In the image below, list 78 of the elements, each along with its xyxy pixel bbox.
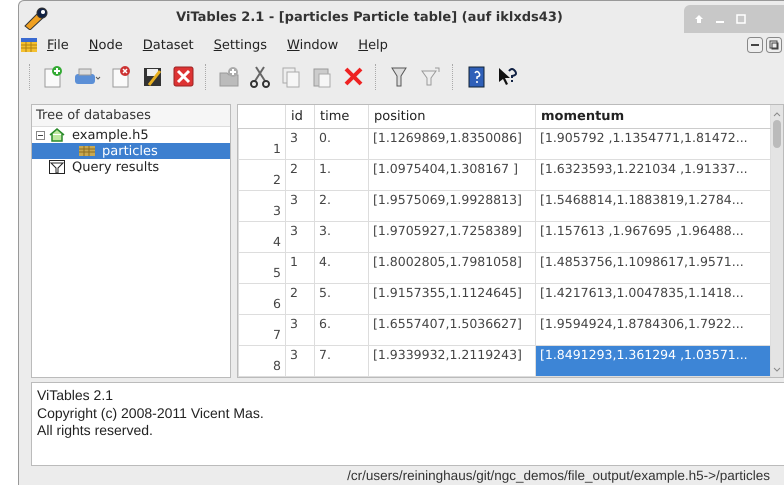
table-cell[interactable]: [1.4853756,1.1098617,1.9571... xyxy=(536,252,770,284)
table-cell[interactable]: 3 xyxy=(286,190,314,222)
table-cell[interactable]: 2 xyxy=(286,160,314,190)
menu-item[interactable]: File xyxy=(37,38,79,52)
menu-item[interactable]: Window xyxy=(277,38,348,52)
row-number: 3 xyxy=(238,190,286,222)
cut-icon[interactable] xyxy=(249,65,271,89)
menu-item[interactable]: Help xyxy=(348,38,398,52)
down-caret-icon[interactable] xyxy=(773,367,781,373)
row-number: 6 xyxy=(238,284,286,314)
table-cell[interactable]: [1.9705927,1.7258389] xyxy=(368,222,536,252)
table-cell[interactable]: [1.157613 ,1.967695 ,1.96488... xyxy=(536,222,770,252)
menu-item[interactable]: Dataset xyxy=(132,38,204,52)
table-cell[interactable]: 2 xyxy=(286,284,314,314)
house-icon xyxy=(49,128,65,142)
tree-item[interactable]: example.h5 xyxy=(69,128,152,142)
row-number: 1 xyxy=(238,128,286,160)
table-cell[interactable]: [1.905792 ,1.1354771,1.81472... xyxy=(536,128,770,160)
table-cell[interactable]: [1.9339932,1.2119243] xyxy=(368,346,536,376)
scrollbar[interactable] xyxy=(771,105,783,377)
table-cell[interactable]: [1.6557407,1.5036627] xyxy=(368,314,536,346)
window-title: ViTables 2.1 - [particles Particle table] (auf iklxds43) xyxy=(175,10,564,25)
maximize-icon[interactable] xyxy=(736,14,746,24)
table-cell[interactable]: 0. xyxy=(314,128,368,160)
up-arrow-icon[interactable] xyxy=(694,14,704,24)
table-cell[interactable]: [1.8002805,1.7981058] xyxy=(368,252,536,284)
log-line: All rights reserved. xyxy=(37,422,154,440)
copy-icon[interactable] xyxy=(280,65,302,89)
status-path: /cr/users/reininghaus/git/ngc_demos/file_output/example.h5->/particles xyxy=(347,468,770,483)
scroll-thumb[interactable] xyxy=(773,120,781,148)
table-cell[interactable]: 4. xyxy=(314,252,368,284)
restore-icon[interactable] xyxy=(766,37,782,53)
funnel-icon xyxy=(49,160,65,174)
menu-item[interactable]: Node xyxy=(78,38,133,52)
column-header[interactable]: position xyxy=(368,105,536,128)
table-cell[interactable]: 6. xyxy=(314,314,368,346)
table-cell[interactable]: 3 xyxy=(286,314,314,346)
table-cell[interactable]: 3 xyxy=(286,128,314,160)
telescope-icon xyxy=(23,6,49,30)
table-cell[interactable]: [1.4217613,1.0047835,1.1418... xyxy=(536,284,770,314)
log-line: Copyright (c) 2008-2011 Vicent Mas. xyxy=(37,404,265,422)
collapse-icon[interactable] xyxy=(36,130,45,140)
table-cell[interactable]: 7. xyxy=(314,346,368,376)
row-number: 7 xyxy=(238,314,286,346)
table-cell[interactable]: 3. xyxy=(314,222,368,252)
table-cell[interactable]: [1.6323593,1.221034 ,1.91337... xyxy=(536,160,770,190)
table-cell[interactable]: 2. xyxy=(314,190,368,222)
calendar-icon xyxy=(21,38,37,52)
column-header[interactable]: time xyxy=(314,105,368,128)
table-cell[interactable]: [1.8491293,1.361294 ,1.03571... xyxy=(536,346,770,376)
row-number: 4 xyxy=(238,222,286,252)
table-icon xyxy=(79,146,95,156)
close-icon[interactable] xyxy=(172,65,194,89)
row-number: 2 xyxy=(238,160,286,190)
table-cell[interactable]: 5. xyxy=(314,284,368,314)
row-number: 8 xyxy=(238,346,286,376)
table-cell[interactable]: 3 xyxy=(286,346,314,376)
tree-item[interactable]: Query results xyxy=(69,160,162,174)
table-cell[interactable]: 3 xyxy=(286,222,314,252)
table-cell[interactable]: [1.1269869,1.8350086] xyxy=(368,128,536,160)
column-header[interactable]: id xyxy=(286,105,314,128)
menu-item[interactable]: Settings xyxy=(204,38,277,52)
save-as-icon[interactable] xyxy=(141,65,163,89)
table-cell[interactable]: [1.9157355,1.1124645] xyxy=(368,284,536,314)
close-file-icon[interactable] xyxy=(110,65,132,89)
table-cell[interactable]: [1.5468814,1.1883819,1.2784... xyxy=(536,190,770,222)
column-header[interactable]: momentum xyxy=(536,105,770,128)
table-cell[interactable]: [1.9575069,1.9928813] xyxy=(368,190,536,222)
table-cell[interactable]: 1 xyxy=(286,252,314,284)
up-caret-icon[interactable] xyxy=(773,111,781,117)
new-file-icon[interactable] xyxy=(42,65,64,89)
log-line: ViTables 2.1 xyxy=(37,387,114,404)
tree-header: Tree of databases xyxy=(32,105,230,127)
minimize-icon[interactable] xyxy=(747,37,763,53)
row-number: 5 xyxy=(238,252,286,284)
table-cell[interactable]: [1.0975404,1.308167 ] xyxy=(368,160,536,190)
new-folder-icon[interactable] xyxy=(218,65,240,89)
table-cell[interactable]: 1. xyxy=(314,160,368,190)
